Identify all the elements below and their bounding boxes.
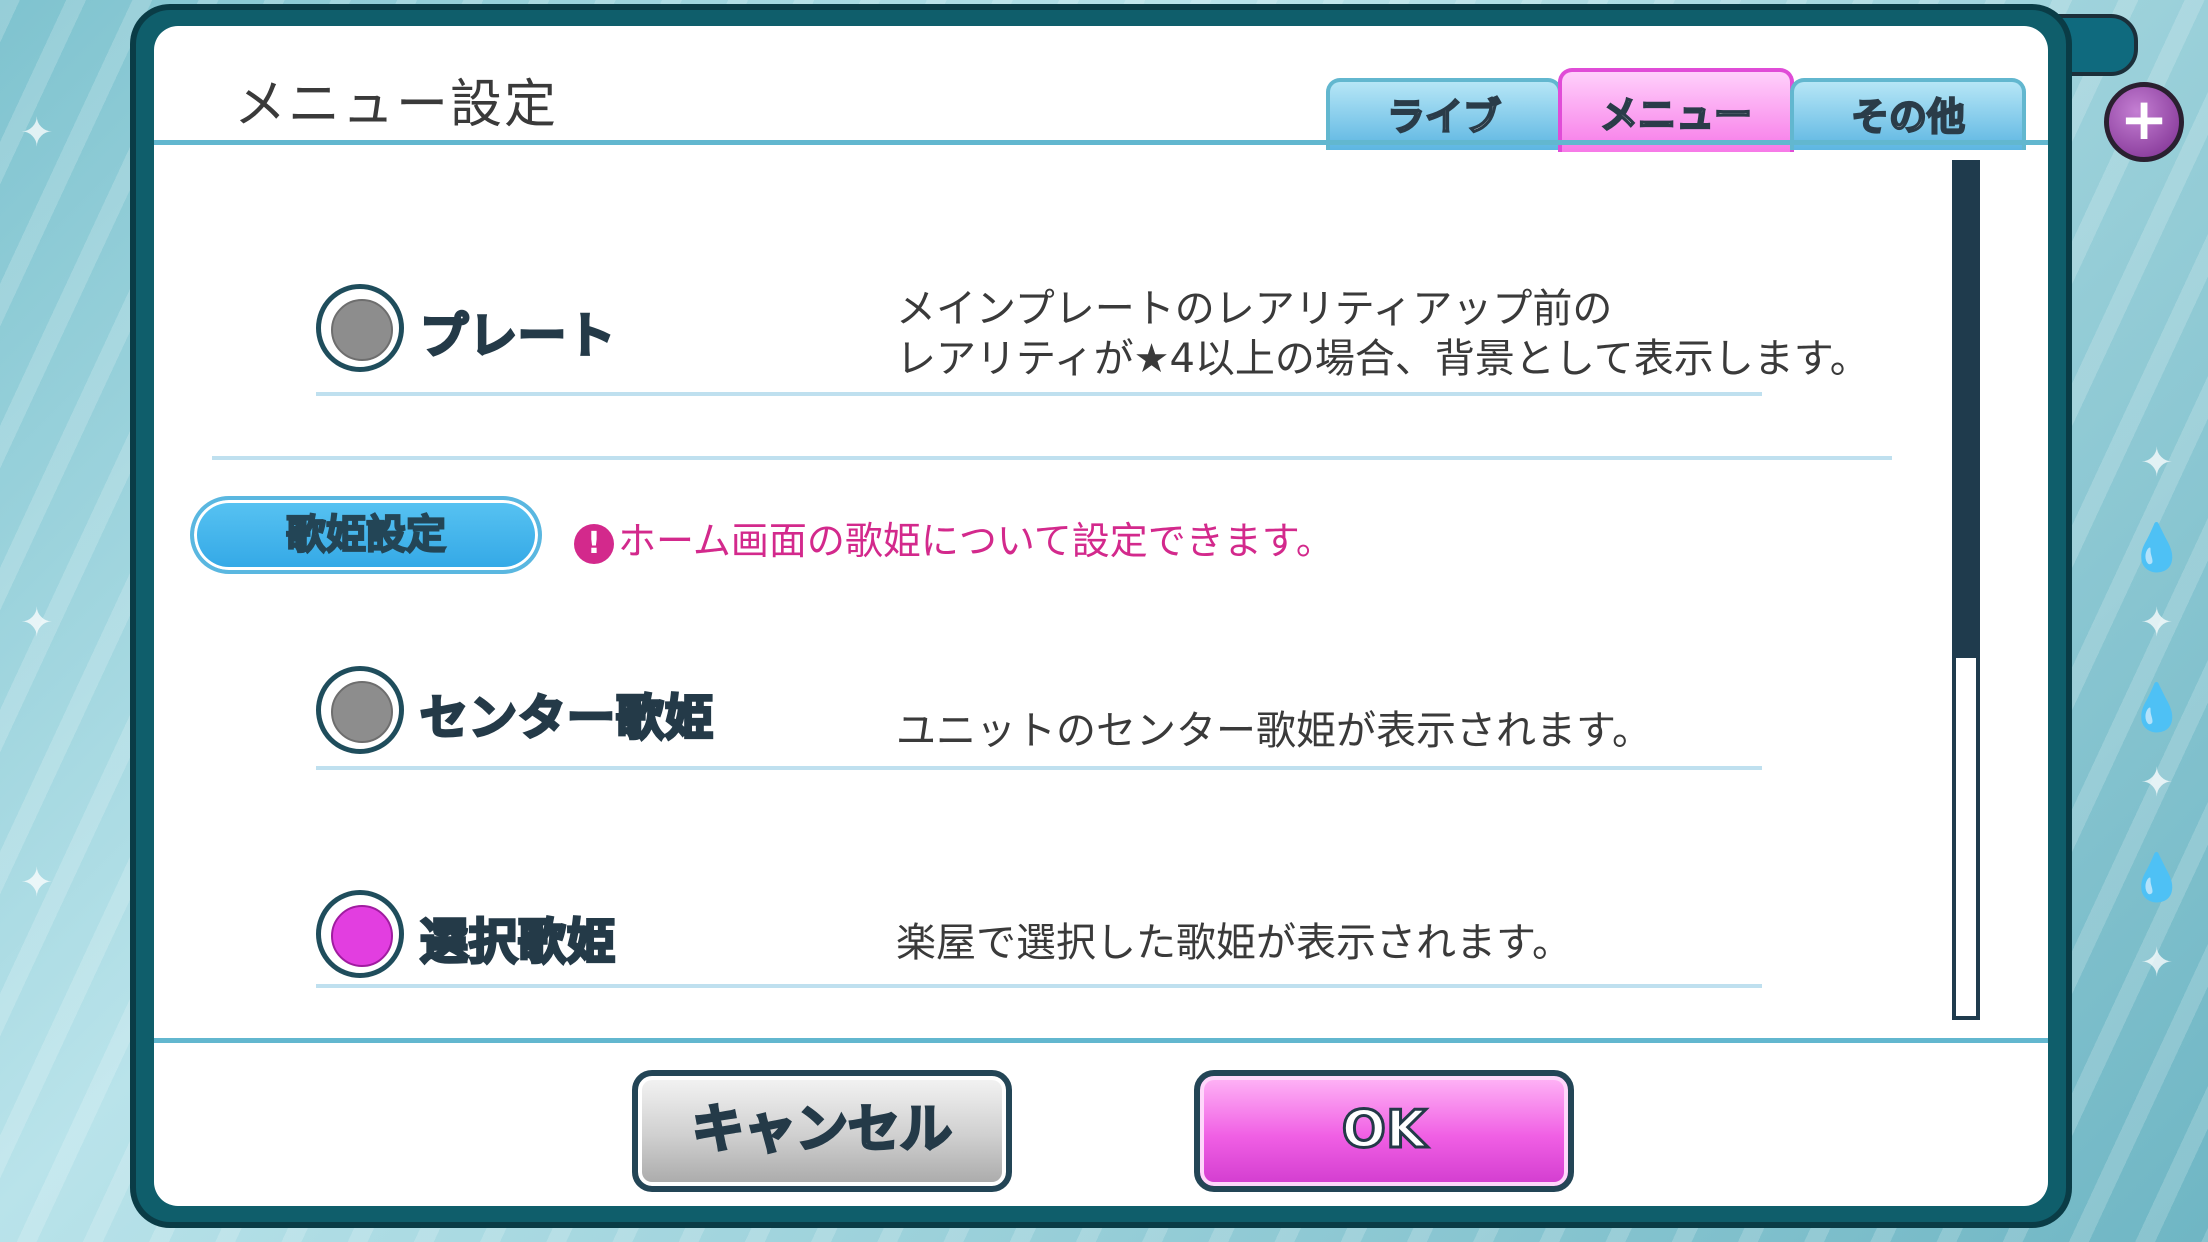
sparkle-icon: ✦ (20, 600, 54, 646)
sparkle-icon: ✦ (2140, 440, 2174, 486)
scrollbar[interactable] (1952, 160, 1980, 1020)
option-desc-plate-line1: メインプレートのレアリティアップ前の (896, 286, 1613, 332)
option-desc-plate-line2: レアリティが★4以上の場合、背景として表示します。 (896, 336, 1870, 382)
option-underline (316, 984, 1762, 988)
title-divider (154, 140, 2048, 145)
dialog-title: メニュー設定 (234, 75, 559, 135)
option-selected-singer[interactable]: 選択歌姫 楽屋で選択した歌姫が表示されます。 (316, 890, 1762, 1000)
dialog-body: メニュー設定 ライブ メニュー その他 プレート メインプレートのレアリティアッ… (154, 26, 2048, 1206)
radio-dot (331, 681, 393, 743)
footer-divider (154, 1038, 2048, 1043)
drop-icon: 💧 (2128, 520, 2186, 574)
radio-selected-singer[interactable] (316, 890, 404, 978)
radio-dot (331, 299, 393, 361)
menu-settings-dialog: メニュー設定 ライブ メニュー その他 プレート メインプレートのレアリティアッ… (136, 10, 2066, 1222)
scrollbar-thumb[interactable] (1956, 164, 1976, 658)
option-desc-center-singer: ユニットのセンター歌姫が表示されます。 (896, 708, 1652, 754)
radio-dot-selected (331, 905, 393, 967)
option-underline (316, 766, 1762, 770)
radio-plate[interactable] (316, 284, 404, 372)
option-label-selected-singer: 選択歌姫 (418, 913, 617, 972)
sparkle-icon: ✦ (20, 110, 54, 156)
drop-icon: 💧 (2128, 850, 2186, 904)
add-currency-button[interactable]: + (2104, 82, 2184, 162)
section-notice-text: ホーム画面の歌姫について設定できます。 (618, 519, 1334, 563)
sparkle-icon: ✦ (2140, 760, 2174, 806)
radio-center-singer[interactable] (316, 666, 404, 754)
section-notice: ! ホーム画面の歌姫について設定できます。 (574, 510, 1334, 565)
drop-icon: 💧 (2128, 680, 2186, 734)
option-label-plate: プレート (418, 307, 617, 366)
option-plate[interactable]: プレート メインプレートのレアリティアップ前の レアリティが★4以上の場合、背景… (316, 256, 1870, 396)
option-center-singer[interactable]: センター歌姫 ユニットのセンター歌姫が表示されます。 (316, 666, 1762, 776)
cancel-button[interactable]: キャンセル (632, 1070, 1012, 1192)
sparkle-icon: ✦ (2140, 600, 2174, 646)
sparkle-icon: ✦ (20, 860, 54, 906)
alert-icon: ! (574, 523, 614, 564)
option-desc-selected-singer: 楽屋で選択した歌姫が表示されます。 (896, 920, 1572, 966)
section-label-pill: 歌姫設定 (190, 496, 542, 574)
sparkle-icon: ✦ (2140, 940, 2174, 986)
option-label-center-singer: センター歌姫 (418, 689, 715, 748)
section-label: 歌姫設定 (285, 511, 447, 559)
section-divider (212, 456, 1892, 460)
ok-button[interactable]: OK (1194, 1070, 1574, 1192)
option-underline (316, 392, 1762, 396)
